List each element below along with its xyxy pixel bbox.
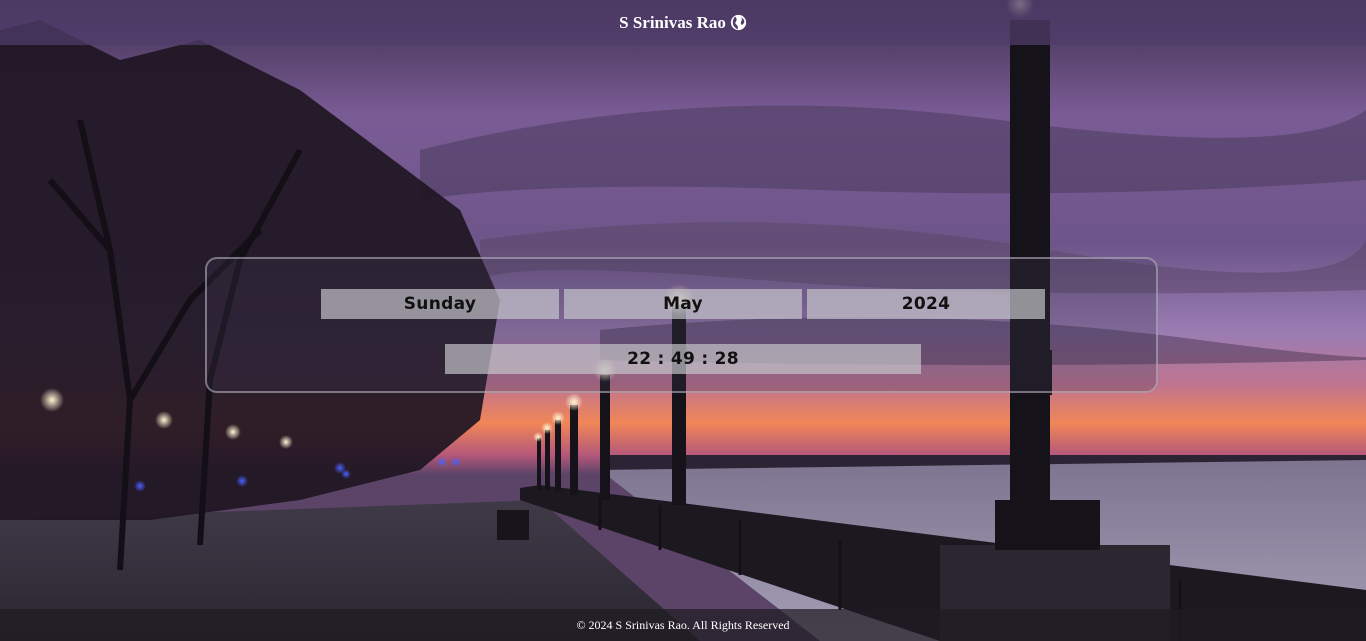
time-display: 22 : 49 : 28 [445,344,921,374]
footer-bar: © 2024 S Srinivas Rao. All Rights Reserv… [0,609,1366,641]
year-display: 2024 [807,289,1045,319]
clock-panel: Sunday May 2024 22 : 49 : 28 [205,257,1158,393]
day-display: Sunday [321,289,559,319]
brand-link[interactable]: S Srinivas Rao [619,13,747,33]
brand-name: S Srinivas Rao [619,12,726,32]
globe-icon [730,14,747,31]
top-header-bar: S Srinivas Rao [0,0,1366,45]
copyright-text: © 2024 S Srinivas Rao. All Rights Reserv… [576,617,790,632]
month-display: May [564,289,802,319]
